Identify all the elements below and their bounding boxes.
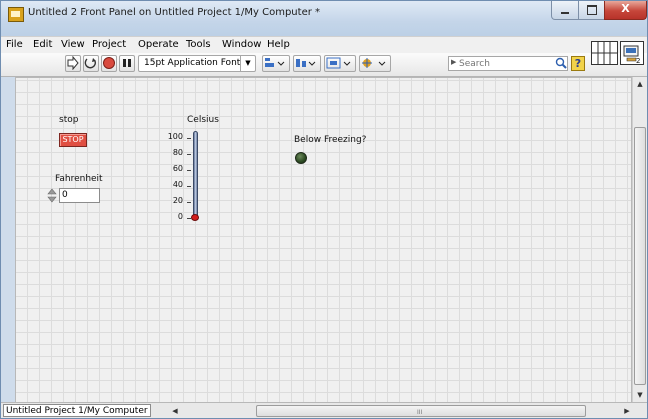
scale-tick (187, 138, 191, 139)
distribute-objects-icon[interactable] (293, 55, 321, 72)
below-freezing-caption: Below Freezing? (294, 135, 367, 145)
front-panel-canvas[interactable]: stop STOP Fahrenheit 0 Celsius 100 80 60… (15, 77, 632, 402)
close-icon: X (621, 2, 630, 15)
vertical-scroll-thumb[interactable] (634, 127, 646, 385)
menu-file[interactable]: File (6, 39, 23, 50)
pause-icon[interactable] (119, 55, 135, 72)
scale-tick (187, 186, 191, 187)
celsius-caption: Celsius (187, 115, 219, 125)
scale-label-40: 40 (172, 180, 183, 189)
search-icon[interactable] (555, 57, 567, 69)
scroll-grip: III (417, 409, 423, 416)
vi-icon[interactable]: 2 (620, 41, 644, 65)
scroll-left-icon[interactable]: ◀ (169, 404, 181, 418)
chevron-down-icon: ▼ (240, 56, 255, 71)
increment-decrement-icon[interactable] (47, 188, 57, 203)
scale-tick (187, 154, 191, 155)
menu-edit[interactable]: Edit (33, 39, 52, 50)
reorder-icon[interactable] (359, 55, 391, 72)
search-field[interactable]: ▶ (448, 56, 568, 71)
scroll-down-icon[interactable]: ▼ (633, 388, 647, 402)
below-freezing-led (295, 152, 307, 164)
thermometer-bulb (191, 214, 199, 221)
align-objects-icon[interactable] (262, 55, 290, 72)
connector-pane-icon[interactable] (591, 41, 618, 65)
scale-label-20: 20 (172, 196, 183, 205)
abort-execution-icon[interactable] (101, 55, 117, 72)
horizontal-scroll-thumb[interactable]: III (256, 405, 586, 417)
application-instance-context[interactable]: Untitled Project 1/My Computer (3, 404, 151, 417)
context-help-icon[interactable]: ? (571, 56, 585, 71)
toolbar: 15pt Application Font ▼ ▶ ? (1, 53, 647, 77)
search-input[interactable] (459, 57, 549, 70)
menu-project[interactable]: Project (92, 39, 126, 50)
menu-view[interactable]: View (61, 39, 85, 50)
scale-label-80: 80 (172, 148, 183, 157)
labview-vi-icon (8, 7, 24, 22)
run-arrow-icon[interactable] (65, 55, 81, 72)
run-continuously-icon[interactable] (83, 55, 99, 72)
resize-objects-icon[interactable] (324, 55, 356, 72)
scroll-up-icon[interactable]: ▲ (633, 77, 647, 91)
scroll-right-icon[interactable]: ▶ (621, 404, 633, 418)
thermometer-tube (193, 131, 198, 217)
scale-tick (187, 202, 191, 203)
menu-help[interactable]: Help (267, 39, 290, 50)
scale-label-0: 0 (177, 212, 183, 221)
scale-label-100: 100 (167, 132, 183, 141)
menu-window[interactable]: Window (222, 39, 261, 50)
labview-front-panel-window: Untitled 2 Front Panel on Untitled Proje… (0, 0, 648, 419)
menu-bar: File Edit View Project Operate Tools Win… (1, 36, 647, 54)
scale-tick (187, 170, 191, 171)
vertical-scrollbar[interactable]: ▲ ▼ (632, 77, 647, 402)
font-ring[interactable]: 15pt Application Font ▼ (138, 55, 256, 72)
menu-tools[interactable]: Tools (186, 39, 211, 50)
horizontal-scrollbar[interactable]: ◀ III ▶ (169, 404, 633, 418)
status-bar: Untitled Project 1/My Computer ◀ III ▶ (1, 402, 647, 418)
svg-text:2: 2 (636, 57, 640, 64)
minimize-button[interactable] (551, 1, 579, 20)
stop-button[interactable]: STOP (59, 133, 87, 147)
title-bar[interactable]: Untitled 2 Front Panel on Untitled Proje… (1, 1, 647, 36)
menu-operate[interactable]: Operate (138, 39, 179, 50)
search-scope-arrow-icon: ▶ (451, 58, 457, 66)
fahrenheit-input[interactable]: 0 (59, 188, 100, 203)
scale-label-60: 60 (172, 164, 183, 173)
window-title: Untitled 2 Front Panel on Untitled Proje… (28, 7, 321, 18)
font-ring-label: 15pt Application Font (144, 58, 241, 68)
maximize-button[interactable] (578, 1, 605, 20)
fahrenheit-caption: Fahrenheit (55, 174, 103, 184)
stop-caption: stop (59, 115, 79, 125)
close-button[interactable]: X (604, 1, 647, 20)
